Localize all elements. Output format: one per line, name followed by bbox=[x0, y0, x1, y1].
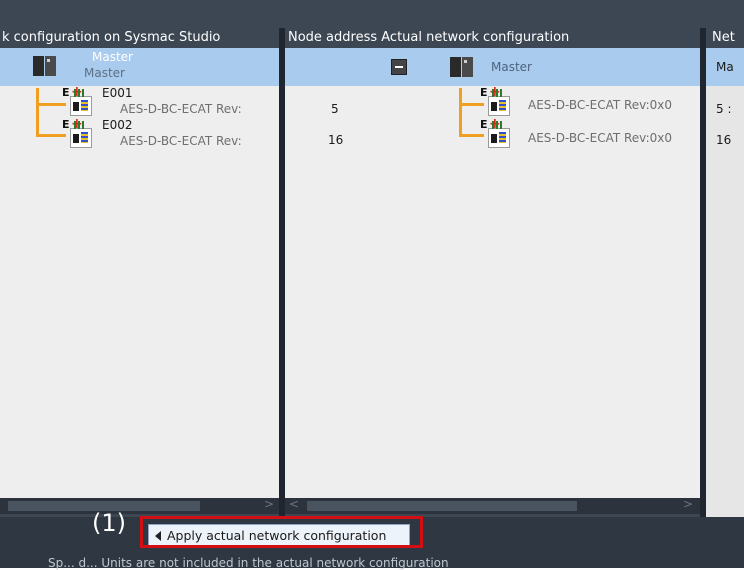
left-tree-line bbox=[36, 88, 39, 136]
mid-panel-header: Node address Actual network configuratio… bbox=[288, 28, 700, 48]
right-panel-header: Net bbox=[712, 28, 744, 48]
scroll-right-arrow-icon[interactable]: > bbox=[264, 497, 274, 511]
ethercat-slave-icon: E+ bbox=[62, 116, 92, 148]
left-node-1-model: AES-D-BC-ECAT Rev: bbox=[120, 102, 242, 116]
mid-master-row[interactable]: Master bbox=[285, 48, 700, 86]
mid-master-name: Master bbox=[491, 60, 532, 74]
left-master-name: Master bbox=[92, 50, 133, 64]
plc-master-icon bbox=[447, 55, 475, 79]
right-row-2: 5 : bbox=[716, 102, 732, 116]
mid-scroll-thumb[interactable] bbox=[307, 501, 577, 511]
mid-tree-line bbox=[459, 88, 462, 136]
mid-node-2-model[interactable]: AES-D-BC-ECAT Rev:0x0 bbox=[528, 131, 672, 145]
mid-node-1-address: 5 bbox=[331, 102, 339, 116]
left-node-1-id[interactable]: E001 bbox=[102, 86, 133, 100]
right-row-3: 16 bbox=[716, 133, 732, 147]
left-master-row[interactable]: Master Master bbox=[0, 48, 279, 86]
ethercat-slave-icon: E+ bbox=[480, 116, 510, 148]
left-node-2-id[interactable]: E002 bbox=[102, 118, 133, 132]
mid-node-1-model[interactable]: AES-D-BC-ECAT Rev:0x0 bbox=[528, 98, 672, 112]
right-row-1: Ma bbox=[716, 60, 734, 74]
collapse-icon[interactable] bbox=[391, 59, 407, 75]
mid-horizontal-scrollbar[interactable]: < > bbox=[285, 497, 700, 514]
scroll-right-arrow-icon[interactable]: > bbox=[683, 497, 693, 511]
app-window: k configuration on Sysmac Studio Master … bbox=[0, 0, 744, 570]
scroll-left-arrow-icon[interactable]: < bbox=[289, 497, 299, 511]
right-master-row[interactable]: Ma bbox=[706, 48, 744, 86]
mid-node-2-address: 16 bbox=[328, 133, 344, 147]
left-horizontal-scrollbar[interactable]: > bbox=[0, 497, 279, 514]
right-panel bbox=[706, 48, 744, 518]
left-panel-header: k configuration on Sysmac Studio bbox=[2, 28, 278, 48]
callout-label: (1) bbox=[92, 509, 126, 537]
ethercat-slave-icon: E+ bbox=[62, 84, 92, 116]
left-master-sub: Master bbox=[84, 66, 125, 80]
highlight-box bbox=[140, 516, 423, 548]
left-node-2-model: AES-D-BC-ECAT Rev: bbox=[120, 134, 242, 148]
ethercat-slave-icon: E+ bbox=[480, 84, 510, 116]
plc-master-icon bbox=[30, 54, 58, 78]
